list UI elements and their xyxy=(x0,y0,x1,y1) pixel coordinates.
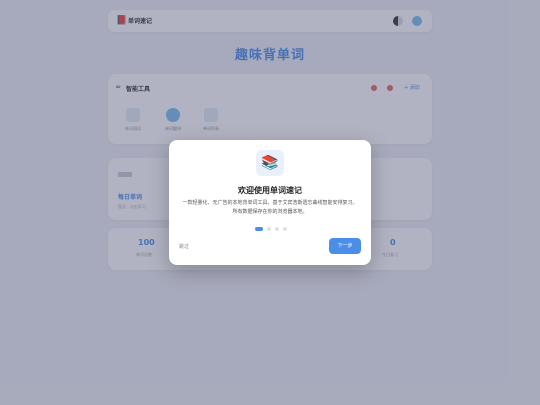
step-dot-active[interactable] xyxy=(255,227,263,231)
next-button[interactable]: 下一步 xyxy=(329,238,361,254)
step-dot[interactable] xyxy=(267,227,271,231)
books-icon: 📚 xyxy=(256,150,284,176)
step-dot[interactable] xyxy=(283,227,287,231)
onboarding-dialog: 📚 欢迎使用单词速记 一款轻量化、无广告的本地背单词工具，基于艾宾浩斯遗忘曲线智… xyxy=(169,140,371,265)
dialog-description: 一款轻量化、无广告的本地背单词工具，基于艾宾浩斯遗忘曲线智能安排复习。所有数据保… xyxy=(182,200,358,215)
dialog-title: 欢迎使用单词速记 xyxy=(238,186,302,195)
step-indicator xyxy=(255,227,295,231)
step-dot[interactable] xyxy=(275,227,279,231)
skip-button[interactable]: 跳过 xyxy=(179,243,189,250)
